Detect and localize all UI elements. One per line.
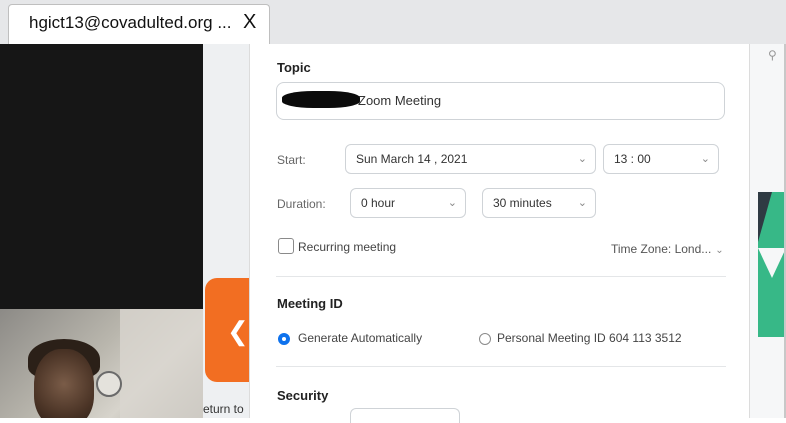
browser-tab-bar: hgict13@covadulted.org ... X — [0, 0, 786, 45]
search-icon[interactable]: ⚲ — [768, 48, 777, 62]
tab-title: hgict13@covadulted.org ... — [29, 13, 232, 32]
browser-tab[interactable]: hgict13@covadulted.org ... X — [8, 4, 270, 44]
duration-label: Duration: — [277, 197, 326, 211]
topic-value: Zoom Meeting — [358, 93, 442, 108]
meeting-id-label: Meeting ID — [277, 296, 343, 311]
section-divider — [276, 366, 726, 367]
green-graphic-notch — [758, 248, 786, 278]
start-date-select[interactable]: Sun March 14 , 2021 ⌄ — [345, 144, 596, 174]
topic-label: Topic — [277, 60, 311, 75]
participant-video — [0, 309, 203, 418]
duration-minutes-value: 30 minutes — [493, 196, 552, 210]
redaction-mark — [282, 91, 360, 108]
video-background — [120, 309, 203, 418]
personal-meeting-id-radio[interactable] — [479, 333, 491, 345]
wall-clock — [96, 371, 122, 397]
chevron-down-icon: ⌄ — [577, 197, 587, 209]
tab-close-icon[interactable]: X — [243, 11, 256, 34]
video-area — [0, 44, 203, 309]
start-date-value: Sun March 14 , 2021 — [356, 152, 468, 166]
chevron-down-icon: ⌄ — [447, 197, 457, 209]
timezone-value: Time Zone: Lond... — [611, 242, 712, 256]
timezone-select[interactable]: Time Zone: Lond... ⌄ — [611, 242, 724, 256]
generate-automatically-radio[interactable] — [278, 333, 290, 345]
back-button[interactable]: ❮ — [205, 278, 251, 382]
generate-automatically-label: Generate Automatically — [298, 331, 423, 345]
recurring-checkbox[interactable] — [278, 238, 294, 254]
chevron-down-icon: ⌄ — [715, 245, 724, 256]
start-label: Start: — [277, 153, 306, 167]
section-divider — [276, 276, 726, 277]
recurring-label: Recurring meeting — [298, 240, 397, 254]
passcode-field[interactable] — [350, 408, 460, 423]
return-to-meeting-link[interactable]: eturn to — [203, 402, 244, 416]
start-time-value: 13 : 00 — [614, 152, 651, 166]
duration-hours-select[interactable]: 0 hour ⌄ — [350, 188, 466, 218]
personal-meeting-id-label: Personal Meeting ID 604 113 3512 — [497, 331, 682, 345]
arrow-left-icon: ❮ — [227, 316, 249, 346]
duration-minutes-select[interactable]: 30 minutes ⌄ — [482, 188, 596, 218]
participant-face — [34, 349, 94, 418]
start-time-select[interactable]: 13 : 00 ⌄ — [603, 144, 719, 174]
chevron-down-icon: ⌄ — [700, 153, 710, 165]
security-label: Security — [277, 388, 329, 403]
dark-graphic — [758, 192, 772, 242]
duration-hours-value: 0 hour — [361, 196, 396, 210]
chevron-down-icon: ⌄ — [577, 153, 587, 165]
